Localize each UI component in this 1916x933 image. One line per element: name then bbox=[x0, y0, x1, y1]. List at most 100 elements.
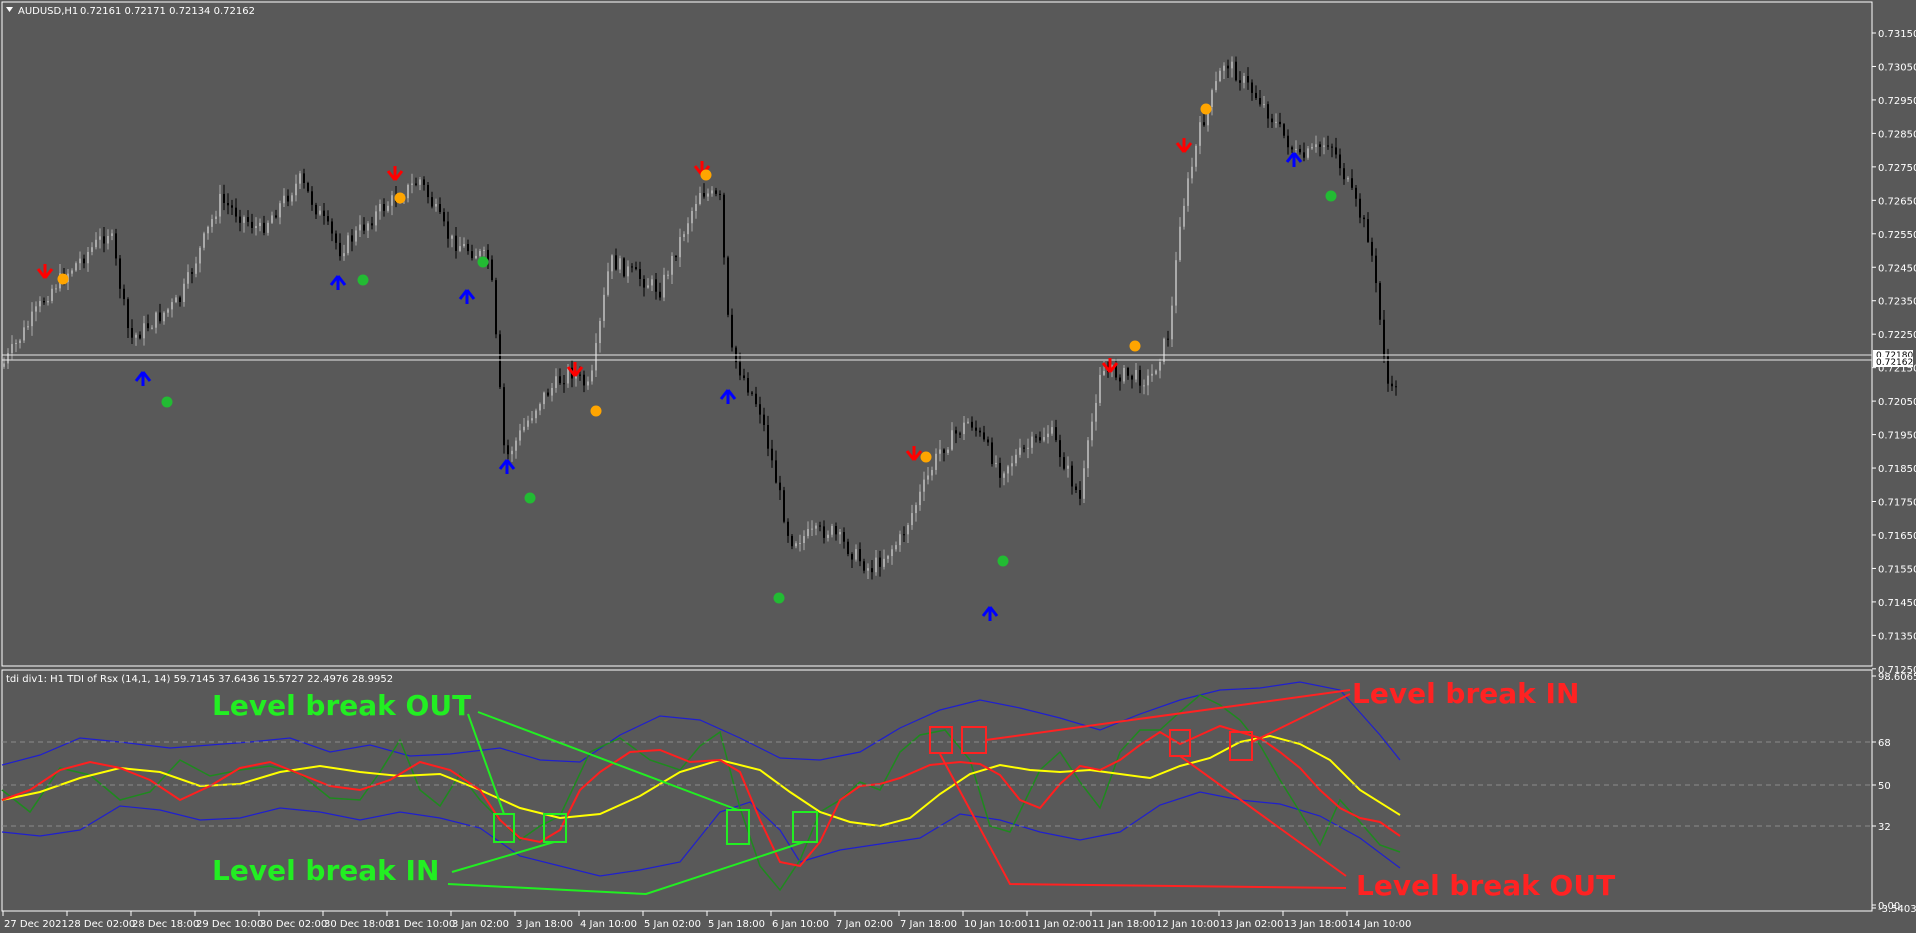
time-tick-label: 3 Jan 02:00 bbox=[452, 919, 509, 930]
candle-body bbox=[187, 272, 189, 284]
candle-body bbox=[651, 279, 653, 286]
orange-dot-marker bbox=[1129, 340, 1141, 352]
candle-body bbox=[331, 221, 333, 234]
candle-body bbox=[871, 568, 873, 573]
candle-body bbox=[291, 195, 293, 202]
time-tick-label: 14 Jan 10:00 bbox=[1348, 919, 1411, 930]
candle-body bbox=[295, 183, 297, 196]
candle-body bbox=[531, 418, 533, 421]
candle-body bbox=[843, 532, 845, 542]
buy-arrow-icon bbox=[498, 459, 516, 474]
candle-body bbox=[1359, 198, 1361, 218]
buy-arrow-icon bbox=[458, 289, 476, 304]
candle-body bbox=[411, 183, 413, 185]
candle-body bbox=[943, 449, 945, 453]
candle-body bbox=[423, 179, 425, 185]
candle-body bbox=[1075, 486, 1077, 491]
candle-body bbox=[15, 342, 17, 345]
candle-body bbox=[1119, 377, 1121, 382]
candle-body bbox=[23, 327, 25, 341]
candle-body bbox=[855, 549, 857, 560]
candle-body bbox=[1319, 144, 1321, 147]
candle-body bbox=[1299, 148, 1301, 153]
candle-body bbox=[1031, 436, 1033, 448]
candle-body bbox=[239, 216, 241, 223]
candle-body bbox=[1039, 437, 1041, 441]
candle-body bbox=[627, 266, 629, 277]
candle-body bbox=[623, 258, 625, 277]
candle-body bbox=[203, 233, 205, 248]
sell-arrow-icon bbox=[36, 264, 54, 279]
candle-body bbox=[107, 235, 109, 244]
candle-body bbox=[1263, 104, 1265, 106]
candle-body bbox=[1091, 421, 1093, 441]
candle-body bbox=[963, 422, 965, 435]
candle-body bbox=[1103, 370, 1105, 375]
candle-body bbox=[547, 392, 549, 396]
candle-body bbox=[891, 549, 893, 557]
candle-body bbox=[1059, 440, 1061, 458]
candle-body bbox=[1371, 241, 1373, 256]
price-tick-label: 0.71750 bbox=[1878, 498, 1916, 509]
candle-body bbox=[1331, 146, 1333, 148]
candle-body bbox=[611, 255, 613, 272]
candle-body bbox=[171, 302, 173, 310]
candle-body bbox=[975, 427, 977, 431]
candle-body bbox=[675, 255, 677, 258]
candle-body bbox=[1367, 219, 1369, 242]
candle-body bbox=[1335, 147, 1337, 155]
candle-body bbox=[895, 545, 897, 550]
time-tick-label: 30 Dec 18:00 bbox=[324, 919, 391, 930]
time-tick-label: 28 Dec 18:00 bbox=[132, 919, 199, 930]
time-tick-label: 3 Jan 18:00 bbox=[516, 919, 573, 930]
candle-body bbox=[695, 204, 697, 211]
candle-body bbox=[607, 271, 609, 295]
candle-body bbox=[83, 258, 85, 264]
candle-body bbox=[967, 421, 969, 423]
chart-canvas[interactable]: AUDUSD,H1 0.72161 0.72171 0.72134 0.7216… bbox=[0, 0, 1916, 933]
candle-body bbox=[87, 251, 89, 264]
candle-body bbox=[1283, 124, 1285, 136]
candle-body bbox=[775, 460, 777, 483]
orange-dot-marker bbox=[394, 192, 406, 204]
candle-body bbox=[875, 557, 877, 573]
candle-body bbox=[79, 258, 81, 264]
candle-body bbox=[99, 236, 101, 240]
candle-body bbox=[1131, 375, 1133, 380]
candle-body bbox=[407, 184, 409, 199]
dropdown-triangle-icon[interactable] bbox=[6, 7, 13, 12]
buy-arrow-icon bbox=[719, 389, 737, 404]
candle-body bbox=[535, 410, 537, 419]
candle-body bbox=[999, 462, 1001, 478]
green-dot-marker bbox=[357, 274, 369, 286]
red-annotations bbox=[929, 689, 1351, 889]
candle-body bbox=[511, 450, 513, 455]
candle-body bbox=[659, 291, 661, 298]
candle-body bbox=[1155, 370, 1157, 374]
candle-body bbox=[1279, 121, 1281, 125]
candle-body bbox=[339, 242, 341, 257]
candle-body bbox=[379, 203, 381, 212]
green-annotations bbox=[447, 711, 818, 896]
candle-body bbox=[587, 381, 589, 386]
price-tick-label: 0.72850 bbox=[1878, 129, 1916, 140]
time-tick-label: 10 Jan 10:00 bbox=[964, 919, 1027, 930]
green-box-1 bbox=[493, 813, 515, 843]
candle-body bbox=[467, 243, 469, 252]
candle-body bbox=[1139, 369, 1141, 386]
candlestick-series bbox=[3, 56, 1397, 580]
candle-body bbox=[199, 247, 201, 264]
candle-body bbox=[987, 439, 989, 443]
candle-body bbox=[491, 259, 493, 281]
candle-body bbox=[1083, 468, 1085, 499]
candle-body bbox=[1395, 386, 1397, 388]
candle-body bbox=[207, 226, 209, 234]
candle-body bbox=[327, 216, 329, 222]
candle-body bbox=[667, 274, 669, 276]
candle-body bbox=[1307, 148, 1309, 158]
candle-body bbox=[211, 219, 213, 227]
buy-arrow-icon bbox=[329, 275, 347, 290]
candle-body bbox=[367, 223, 369, 231]
candle-body bbox=[191, 272, 193, 274]
candle-body bbox=[771, 448, 773, 461]
